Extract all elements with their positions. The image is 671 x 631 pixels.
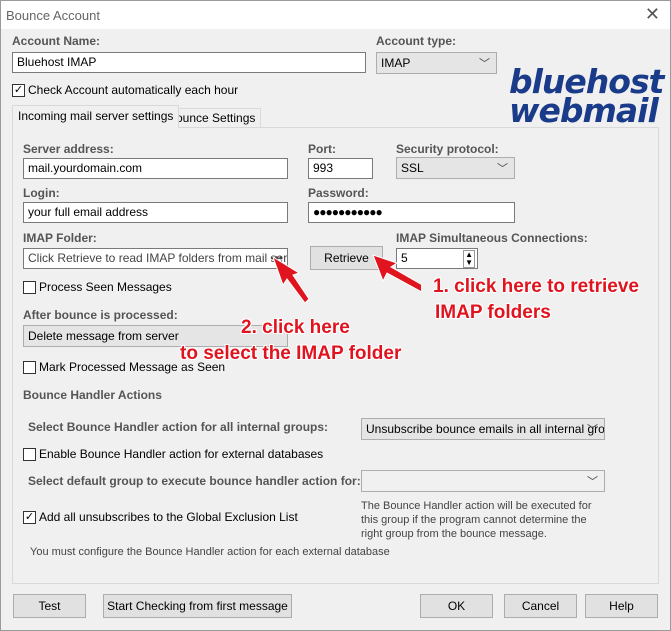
account-type-select[interactable]: IMAP ﹀ bbox=[376, 52, 497, 74]
arrow-to-retrieve-icon bbox=[372, 254, 421, 293]
account-name-label: Account Name: bbox=[12, 34, 101, 48]
account-type-value: IMAP bbox=[381, 56, 411, 70]
logo-line2: webmail bbox=[509, 91, 659, 130]
chevron-down-icon: ﹀ bbox=[497, 163, 508, 175]
password-label: Password: bbox=[308, 186, 369, 200]
default-group-label: Select default group to execute bounce h… bbox=[28, 474, 361, 488]
bluehost-webmail-logo: bluehost webmail bbox=[509, 65, 664, 130]
server-address-input[interactable]: mail.yourdomain.com bbox=[23, 158, 288, 179]
title-bar: Bounce Account ✕ bbox=[1, 1, 670, 29]
chevron-down-icon: ﹀ bbox=[479, 58, 490, 70]
annotation-step2-line1: 2. click here bbox=[241, 317, 350, 338]
process-seen-checkbox[interactable]: Process Seen Messages bbox=[23, 280, 172, 295]
login-label: Login: bbox=[23, 186, 60, 200]
arrow-to-browse-icon bbox=[272, 255, 310, 304]
external-database-note: You must configure the Bounce Handler ac… bbox=[30, 546, 390, 558]
server-address-label: Server address: bbox=[23, 142, 114, 156]
port-input[interactable]: 993 bbox=[308, 158, 373, 179]
checkbox-unchecked-icon bbox=[23, 281, 36, 295]
start-checking-button[interactable]: Start Checking from first message bbox=[103, 594, 292, 618]
security-protocol-value: SSL bbox=[401, 161, 424, 175]
bounce-handler-section-label: Bounce Handler Actions bbox=[23, 388, 162, 402]
security-protocol-select[interactable]: SSL ﹀ bbox=[396, 157, 515, 179]
bounce-account-dialog: Bounce Account ✕ Account Name: Bluehost … bbox=[0, 0, 671, 631]
default-group-note: The Bounce Handler action will be execut… bbox=[361, 500, 592, 540]
spin-arrows-icon[interactable]: ▲ ▼ bbox=[463, 250, 475, 268]
port-label: Port: bbox=[308, 142, 336, 156]
password-input[interactable]: ●●●●●●●●●●● bbox=[308, 202, 515, 223]
ok-button[interactable]: OK bbox=[420, 594, 493, 618]
checkbox-checked-icon: ✓ bbox=[23, 511, 36, 525]
test-button[interactable]: Test bbox=[13, 594, 86, 618]
tab-incoming-mail-server[interactable]: Incoming mail server settings bbox=[12, 105, 180, 128]
external-databases-checkbox[interactable]: Enable Bounce Handler action for externa… bbox=[23, 447, 324, 462]
cancel-button[interactable]: Cancel bbox=[504, 594, 577, 618]
account-type-label: Account type: bbox=[376, 34, 457, 48]
window-title: Bounce Account bbox=[6, 8, 100, 23]
imap-folder-label: IMAP Folder: bbox=[23, 231, 97, 245]
internal-groups-label: Select Bounce Handler action for all int… bbox=[28, 420, 329, 434]
annotation-step1-line1: 1. click here to retrieve bbox=[433, 276, 639, 297]
help-button[interactable]: Help bbox=[585, 594, 658, 618]
connections-label: IMAP Simultaneous Connections: bbox=[396, 231, 588, 245]
security-protocol-label: Security protocol: bbox=[396, 142, 499, 156]
chevron-down-icon: ﹀ bbox=[587, 476, 598, 488]
chevron-down-icon: ﹀ bbox=[587, 424, 598, 436]
checkbox-checked-icon: ✓ bbox=[12, 84, 25, 98]
after-bounce-label: After bounce is processed: bbox=[23, 308, 178, 322]
checkbox-unchecked-icon bbox=[23, 361, 36, 375]
internal-groups-select[interactable]: Unsubscribe bounce emails in all interna… bbox=[361, 418, 605, 440]
exclusion-list-label: Add all unsubscribes to the Global Exclu… bbox=[39, 510, 298, 524]
process-seen-label: Process Seen Messages bbox=[39, 280, 172, 294]
auto-check-label: Check Account automatically each hour bbox=[28, 83, 239, 97]
exclusion-list-checkbox[interactable]: ✓ Add all unsubscribes to the Global Excl… bbox=[23, 510, 298, 525]
checkbox-unchecked-icon bbox=[23, 448, 36, 462]
annotation-step1-line2: IMAP folders bbox=[435, 302, 551, 323]
external-databases-label: Enable Bounce Handler action for externa… bbox=[39, 447, 324, 461]
auto-check-checkbox[interactable]: ✓ Check Account automatically each hour bbox=[12, 83, 239, 98]
imap-folder-value: Click Retrieve to read IMAP folders from… bbox=[28, 251, 288, 265]
annotation-arrows bbox=[272, 254, 421, 304]
login-input[interactable]: your full email address bbox=[23, 202, 288, 223]
close-icon[interactable]: ✕ bbox=[645, 4, 660, 25]
default-group-select[interactable]: ﹀ bbox=[361, 470, 605, 492]
internal-groups-value: Unsubscribe bounce emails in all interna… bbox=[366, 422, 605, 436]
account-name-input[interactable]: Bluehost IMAP bbox=[12, 52, 366, 73]
imap-folder-input[interactable]: Click Retrieve to read IMAP folders from… bbox=[23, 248, 288, 269]
annotation-step2-line2: to select the IMAP folder bbox=[180, 343, 402, 364]
